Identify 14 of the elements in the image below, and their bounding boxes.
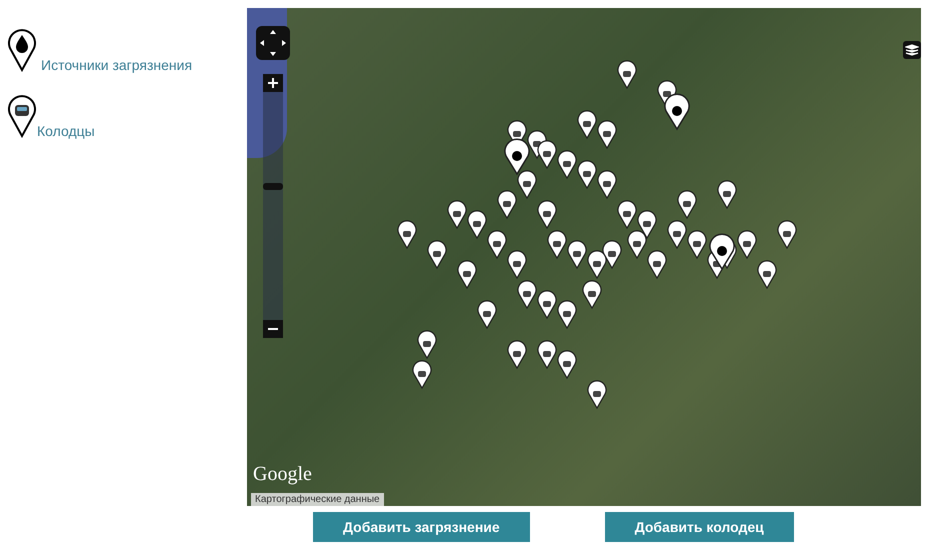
- add-button[interactable]: Добавить колодец: [604, 512, 794, 542]
- legend-label: Источники загрязнения: [41, 57, 192, 73]
- map-attribution: Картографические данные: [251, 493, 384, 506]
- zoom-out-icon[interactable]: [263, 320, 283, 338]
- map-logo: Google: [253, 463, 312, 486]
- layers-icon[interactable]: [903, 41, 921, 59]
- well-pin-icon: [7, 94, 37, 138]
- zoom-slider[interactable]: [263, 74, 283, 338]
- legend-label: Колодцы: [37, 123, 95, 139]
- pan-control[interactable]: [256, 26, 290, 60]
- drop-pin-icon: [7, 28, 37, 72]
- zoom-in-icon[interactable]: [263, 74, 283, 92]
- zoom-slider-thumb[interactable]: [263, 183, 283, 190]
- add-button[interactable]: Добавить загрязнение: [313, 512, 530, 542]
